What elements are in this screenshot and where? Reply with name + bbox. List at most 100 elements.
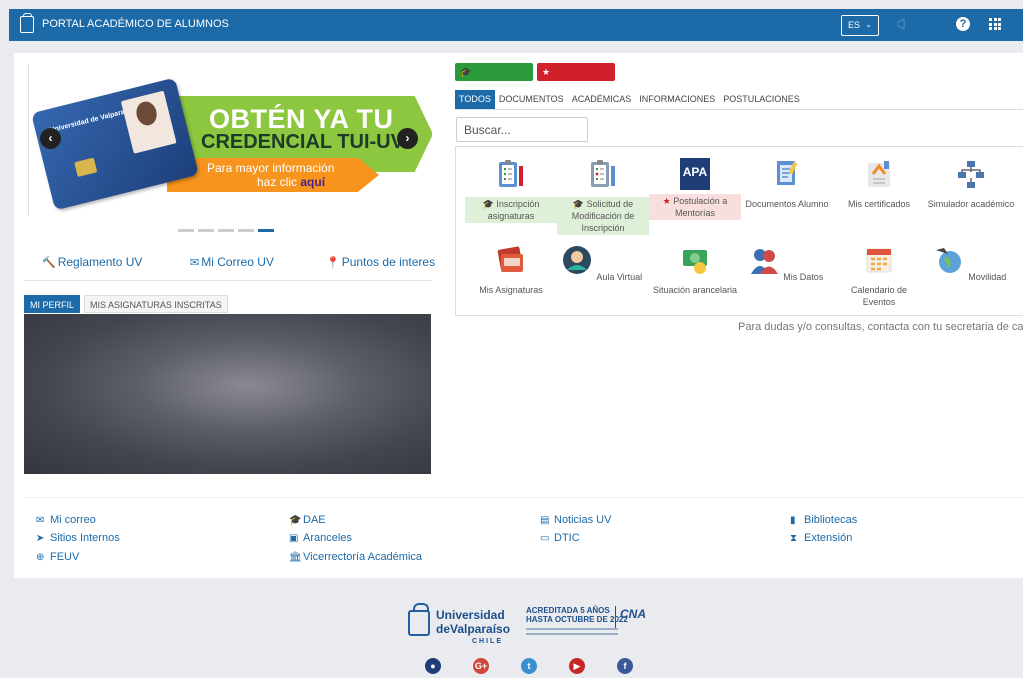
carousel-indicators [178, 229, 274, 232]
tab-mis-asignaturas[interactable]: MIS ASIGNATURAS INSCRITAS [84, 295, 228, 313]
inscripcion-filter-button[interactable]: 🎓 INSCRIPCIÓN [455, 63, 533, 95]
extension-icon: ⧗ [790, 533, 798, 544]
wrench-icon: 🔨 [42, 257, 56, 269]
carousel-next-button[interactable]: › [397, 128, 418, 149]
tab-mi-perfil[interactable]: MI PERFIL [24, 295, 81, 313]
google-plus-icon[interactable]: G+ [473, 658, 489, 674]
globe-plane-icon [935, 248, 961, 273]
footer-link-dae[interactable]: 🎓 DAE [289, 514, 326, 526]
portal-title[interactable]: PORTAL ACADÉMICO DE ALUMNOS [42, 18, 229, 30]
carousel-dot[interactable] [218, 229, 234, 232]
credential-chip [74, 157, 98, 177]
carousel-dot[interactable] [198, 229, 214, 232]
footer-link-noticias[interactable]: ▤ Noticias UV [540, 514, 611, 526]
profile-background-image [24, 314, 431, 474]
app-solicitud-modificacion[interactable]: 🎓 Solicitud de Modificación de Inscripci… [557, 158, 649, 235]
footer-link-bibliotecas[interactable]: ▮ Bibliotecas [790, 514, 857, 526]
paper-plane-icon: ➤ [36, 533, 45, 544]
institution-icon: 🏛 [289, 552, 302, 563]
footer-link-sitios-internos[interactable]: ➤ Sitios Internos [36, 532, 120, 544]
tab-documentos[interactable]: DOCUMENTOS [495, 90, 568, 109]
tab-academicas[interactable]: ACADÉMICAS [568, 90, 636, 109]
top-bar: PORTAL ACADÉMICO DE ALUMNOS ES ⌄ ? [9, 9, 1023, 41]
prioritario-filter-button[interactable]: ★ PRIORITARIO [537, 63, 615, 95]
student-avatar-icon [562, 246, 591, 274]
app-movilidad[interactable]: Movilidad [925, 244, 1017, 284]
app-calendario-eventos[interactable]: Calendario de Eventos [833, 244, 925, 309]
clipboard-check-icon [499, 160, 523, 187]
apa-badge-icon: APA [680, 158, 710, 190]
globe-icon: ⊕ [36, 552, 45, 563]
quick-link-label: Puntos de interes [341, 255, 436, 269]
app-label-text: Simulador académico [927, 199, 1015, 209]
flickr-icon[interactable]: ● [425, 658, 441, 674]
app-label-text: Aula Virtual [596, 272, 643, 282]
chevron-down-icon: ⌄ [865, 20, 872, 29]
carousel-dot-active[interactable] [258, 229, 274, 232]
footer-link-mi-correo[interactable]: ✉ Mi correo [36, 514, 96, 526]
footer-link-label: DTIC [554, 532, 580, 544]
app-mis-certificados[interactable]: Mis certificados [833, 158, 925, 211]
search-input[interactable]: Buscar... [456, 117, 588, 142]
app-label-text: Solicitud de Modificación de Inscripción [571, 199, 635, 233]
accreditation-fine-print [526, 628, 618, 630]
tab-informaciones[interactable]: INFORMACIONES [635, 90, 719, 109]
language-select[interactable]: ES ⌄ [841, 15, 879, 36]
university-logo[interactable]: Universidad deValparaíso CHILE [408, 600, 511, 648]
app-aula-virtual[interactable]: Aula Virtual [557, 244, 649, 284]
footer-link-extension[interactable]: ⧗ Extensión [790, 532, 852, 544]
facebook-icon[interactable]: f [617, 658, 633, 674]
book-icon: ▮ [790, 515, 796, 526]
accreditation-fine-print [526, 633, 618, 635]
quick-link-reglamento[interactable]: 🔨 Reglamento UV [42, 255, 142, 269]
youtube-icon[interactable]: ▶ [569, 658, 585, 674]
quick-link-puntos[interactable]: 📍 Puntos de interes [326, 255, 435, 269]
quick-link-correo[interactable]: ✉ Mi Correo UV [190, 255, 274, 269]
help-icon[interactable]: ? [956, 17, 970, 31]
app-label-text: Movilidad [968, 272, 1007, 282]
footer-link-aranceles[interactable]: ▣ Aranceles [289, 532, 352, 544]
map-marker-icon: 📍 [326, 257, 340, 269]
app-documentos-alumno[interactable]: Documentos Alumno [741, 158, 833, 211]
app-label: ★ Postulación a Mentorías [649, 194, 741, 220]
app-label-text: Calendario de Eventos [850, 285, 908, 307]
credential-photo [120, 90, 177, 154]
banner-aqui-link[interactable]: aquí [300, 175, 325, 189]
app-label: 🎓 Solicitud de Modificación de Inscripci… [557, 197, 649, 235]
certificate-icon [868, 161, 890, 187]
money-bill-icon: ▣ [289, 533, 299, 544]
tab-todos[interactable]: TODOS [455, 90, 495, 109]
app-label-text: Postulación a Mentorías [673, 196, 728, 218]
help-note: Para dudas y/o consultas, contacta con t… [738, 321, 1023, 333]
banner-subheadline: CREDENCIAL TUI-UV [201, 131, 404, 153]
app-label-text: Inscripción asignaturas [487, 199, 540, 221]
carousel-dot[interactable] [238, 229, 254, 232]
apps-grid-icon[interactable] [989, 18, 1001, 30]
portal-logo-icon[interactable] [20, 13, 34, 33]
footer-link-dtic[interactable]: ▭ DTIC [540, 532, 580, 544]
footer-link-vicerrectoria[interactable]: 🏛Vicerrectoría Académica [289, 551, 422, 563]
clipboard-edit-icon [591, 160, 615, 187]
language-value: ES [848, 20, 861, 30]
university-shield-icon [408, 603, 430, 636]
app-mis-datos[interactable]: Mis Datos [741, 244, 833, 284]
star-icon: ★ [662, 196, 671, 206]
app-postulacion-mentorias[interactable]: APA ★ Postulación a Mentorías [649, 158, 741, 220]
footer-link-feuv[interactable]: ⊕ FEUV [36, 551, 79, 563]
accreditation-line1: ACREDITADA 5 AÑOS [526, 606, 610, 615]
app-situacion-arancelaria[interactable]: Situación arancelaria [649, 244, 741, 297]
banner-click-line: haz clic aquí [257, 175, 325, 189]
app-simulador-academico[interactable]: Simulador académico [925, 158, 1017, 211]
twitter-icon[interactable]: t [521, 658, 537, 674]
envelope-icon: ✉ [190, 257, 200, 269]
app-inscripcion-asignaturas[interactable]: 🎓 Inscripción asignaturas [465, 158, 557, 223]
tab-postulaciones[interactable]: POSTULACIONES [719, 90, 804, 109]
envelope-icon: ✉ [36, 515, 45, 526]
carousel-dot[interactable] [178, 229, 194, 232]
megaphone-icon[interactable] [897, 17, 909, 31]
carousel-banner[interactable]: Universidad de Valparaíso OBTÉN YA TU CR… [28, 64, 432, 216]
footer-link-label: Aranceles [303, 532, 352, 544]
university-name-line2: deValparaíso [436, 622, 511, 636]
carousel-prev-button[interactable]: ‹ [40, 128, 61, 149]
app-mis-asignaturas[interactable]: Mis Asignaturas [465, 244, 557, 297]
